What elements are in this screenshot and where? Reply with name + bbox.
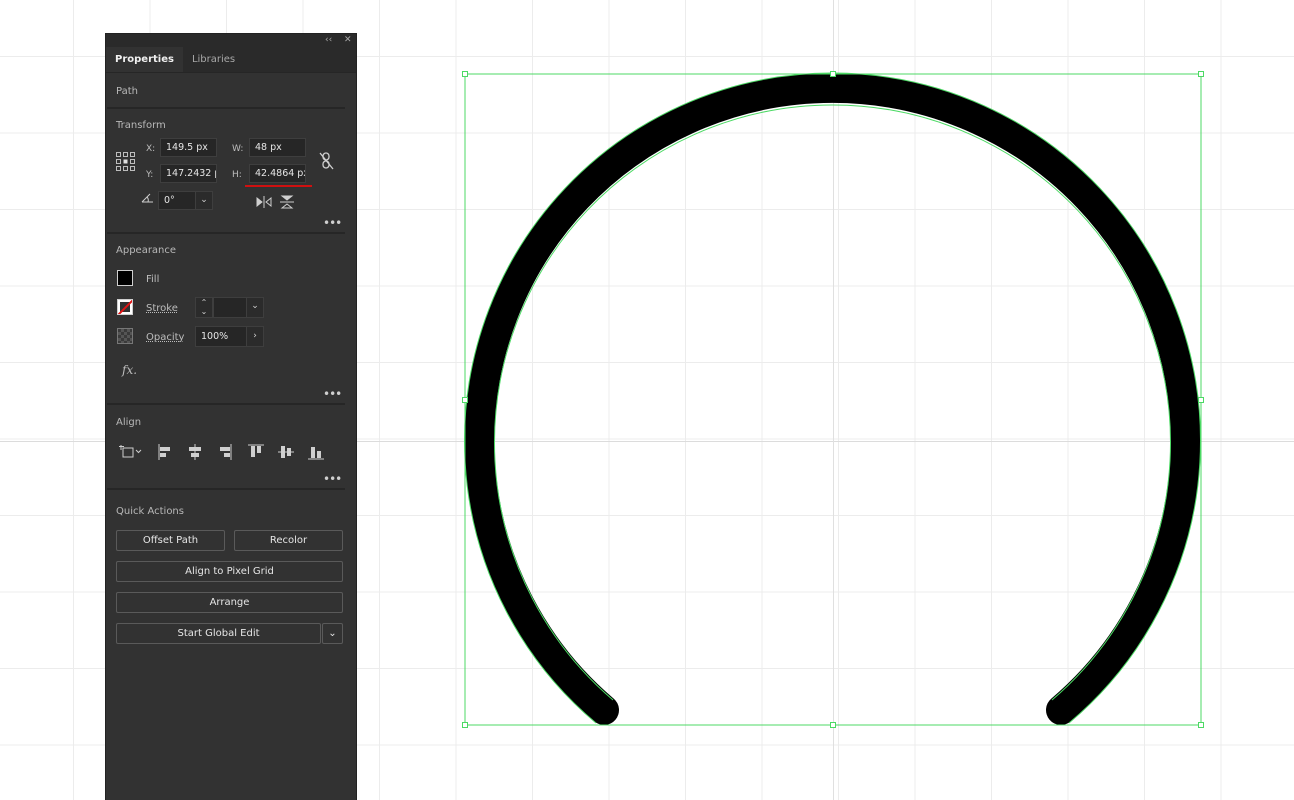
panel-tabs: Properties Libraries <box>106 47 356 73</box>
opacity-slider-button[interactable]: › <box>246 326 264 347</box>
rotation-field[interactable]: 0° <box>158 191 196 210</box>
w-label: W: <box>232 144 244 154</box>
h-field-annotation <box>245 185 312 187</box>
chevron-up-icon[interactable]: ⌃ <box>201 298 208 307</box>
y-field[interactable]: 147.2432 p <box>160 164 217 183</box>
arc-outline-outer <box>464 72 1201 724</box>
x-label: X: <box>146 144 156 154</box>
tab-libraries[interactable]: Libraries <box>183 47 244 72</box>
divider <box>107 403 345 405</box>
handle-middle-right <box>1198 397 1204 403</box>
w-field[interactable]: 48 px <box>249 138 306 157</box>
align-left-icon[interactable] <box>158 444 172 460</box>
fill-swatch[interactable] <box>117 270 133 286</box>
h-label: H: <box>232 170 242 180</box>
chevron-down-icon[interactable]: ⌄ <box>201 307 208 316</box>
recolor-button[interactable]: Recolor <box>234 530 343 551</box>
opacity-label-link[interactable]: Opacity <box>146 332 184 343</box>
opacity-field[interactable]: 100% <box>195 326 247 347</box>
fill-label: Fill <box>146 274 160 285</box>
reference-point-icon[interactable] <box>116 152 136 172</box>
chevron-down-icon: ⌄ <box>328 628 337 639</box>
divider <box>107 488 345 490</box>
properties-panel: ‹‹ ✕ Properties Libraries Path Transform… <box>105 33 357 800</box>
rotate-icon <box>141 193 153 203</box>
opacity-swatch <box>117 328 133 344</box>
object-type-label: Path <box>116 86 138 97</box>
align-horizontal-center-icon[interactable] <box>188 444 202 460</box>
arrange-button[interactable]: Arrange <box>116 592 343 613</box>
more-options-icon[interactable]: ••• <box>323 217 342 229</box>
stroke-label-link[interactable]: Stroke <box>146 303 178 314</box>
global-edit-options-button[interactable]: ⌄ <box>322 623 343 644</box>
stroke-weight-stepper[interactable]: ⌃ ⌄ <box>195 297 213 318</box>
stroke-weight-dropdown-button[interactable]: ⌄ <box>246 297 264 318</box>
align-top-icon[interactable] <box>248 444 264 460</box>
arc-path-shape <box>464 72 1201 725</box>
flip-horizontal-icon[interactable] <box>256 196 272 208</box>
align-to-pixel-grid-button[interactable]: Align to Pixel Grid <box>116 561 343 582</box>
selection-handles <box>462 71 1204 728</box>
chevron-down-icon: ⌄ <box>251 301 259 311</box>
chevron-down-icon: ⌄ <box>200 195 208 205</box>
handle-top-right <box>1198 71 1204 77</box>
handle-top-center <box>830 71 836 77</box>
align-bottom-icon[interactable] <box>308 444 324 460</box>
start-global-edit-button[interactable]: Start Global Edit <box>116 623 321 644</box>
flip-vertical-icon[interactable] <box>280 195 294 209</box>
align-title: Align <box>116 417 142 428</box>
align-vertical-center-icon[interactable] <box>278 444 294 460</box>
fx-effects-button[interactable]: fx. <box>122 363 137 377</box>
handle-bottom-center <box>830 722 836 728</box>
more-options-icon[interactable]: ••• <box>323 388 342 400</box>
panel-titlebar[interactable]: ‹‹ ✕ <box>106 34 356 47</box>
chevron-right-icon: › <box>253 331 257 341</box>
y-label: Y: <box>146 170 154 180</box>
constrain-proportions-icon[interactable] <box>319 152 335 170</box>
divider <box>107 107 345 109</box>
divider <box>107 232 345 234</box>
close-icon[interactable]: ✕ <box>344 34 352 47</box>
align-to-dropdown-icon[interactable] <box>118 443 144 459</box>
stroke-weight-field[interactable] <box>213 297 247 318</box>
collapse-icon[interactable]: ‹‹ <box>325 34 332 47</box>
more-options-icon[interactable]: ••• <box>323 473 342 485</box>
align-right-icon[interactable] <box>218 444 232 460</box>
rotation-dropdown-button[interactable]: ⌄ <box>195 191 213 210</box>
x-field[interactable]: 149.5 px <box>160 138 217 157</box>
transform-title: Transform <box>116 120 166 131</box>
appearance-title: Appearance <box>116 245 177 256</box>
quick-actions-title: Quick Actions <box>116 506 184 517</box>
handle-top-left <box>462 71 468 77</box>
h-field[interactable]: 42.4864 px <box>249 164 306 183</box>
handle-bottom-right <box>1198 722 1204 728</box>
handle-middle-left <box>462 397 468 403</box>
offset-path-button[interactable]: Offset Path <box>116 530 225 551</box>
tab-properties[interactable]: Properties <box>106 47 183 72</box>
selection-bounding-box <box>464 73 1202 726</box>
handle-bottom-left <box>462 722 468 728</box>
stroke-swatch[interactable] <box>117 299 133 315</box>
